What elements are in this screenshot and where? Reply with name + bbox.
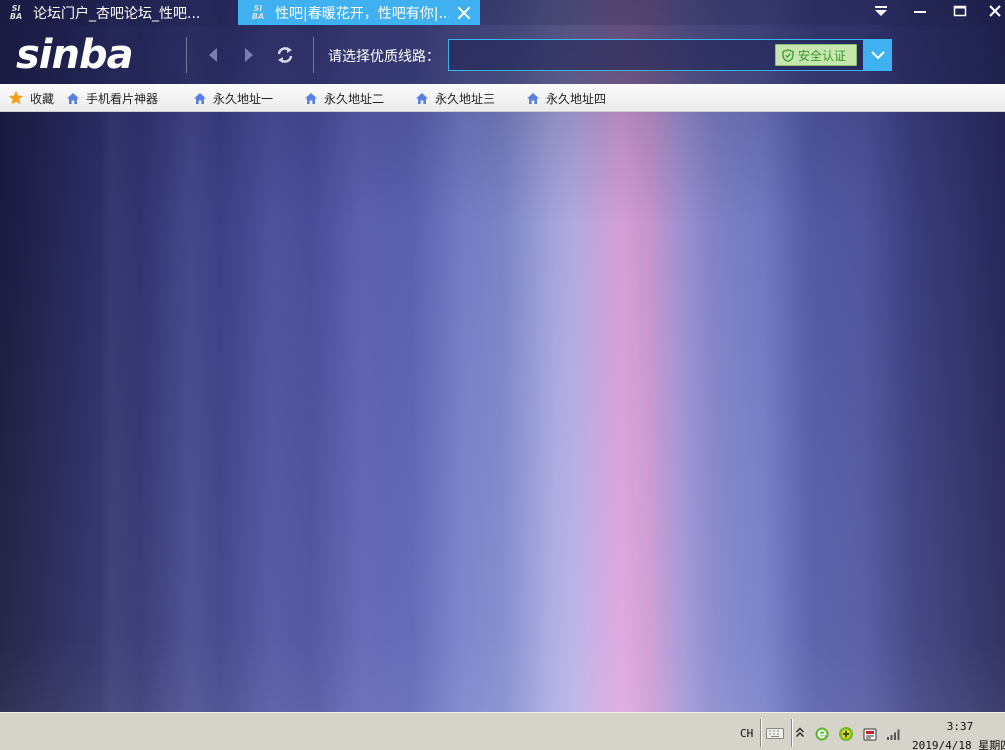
minimize-button[interactable]	[905, 0, 935, 22]
security-badge[interactable]: 安全认证	[775, 44, 857, 66]
favorites-label: 收藏	[30, 91, 55, 106]
tab-active-page[interactable]: SI BA 性吧|春暖花开，性吧有你|...	[238, 0, 480, 25]
route-dropdown-button[interactable]	[863, 39, 892, 71]
tab-title: 论坛门户_杏吧论坛_性吧...	[33, 5, 201, 22]
route-label: 请选择优质线路：	[328, 49, 440, 65]
navigation-bar: sinba 请选择优质线路： 安全认证	[0, 25, 1005, 84]
refresh-button[interactable]	[274, 44, 296, 66]
taskbar: CH 3:37 2019/4/18 星期四	[0, 712, 1005, 750]
update-plus-icon[interactable]	[838, 726, 854, 742]
sinba-favicon-icon: SI BA	[9, 3, 23, 21]
tab-bar: SI BA 论坛门户_杏吧论坛_性吧... SI BA 性吧|春暖花开，性吧有你|.…	[0, 0, 1005, 25]
back-button[interactable]	[202, 44, 224, 66]
favorite-link-label: 永久地址二	[324, 91, 385, 106]
star-icon	[8, 90, 24, 105]
home-icon	[67, 92, 79, 104]
close-icon	[989, 5, 1001, 17]
forward-arrow-icon	[245, 48, 253, 62]
language-indicator[interactable]: CH	[740, 727, 753, 740]
favorite-link-label: 永久地址三	[435, 91, 496, 106]
close-window-button[interactable]	[980, 0, 1005, 22]
clock-time[interactable]: 3:37	[945, 720, 975, 733]
maximize-icon	[953, 5, 967, 17]
browser-menu-button[interactable]	[866, 0, 896, 22]
divider	[760, 719, 761, 747]
shield-check-icon	[782, 48, 794, 62]
home-icon	[527, 92, 539, 104]
minimize-icon	[914, 11, 926, 13]
favorite-link[interactable]: 永久地址四	[526, 84, 606, 112]
clock-date[interactable]: 2019/4/18 星期四	[912, 737, 1005, 750]
chevron-down-icon	[870, 51, 885, 60]
favorite-link-label: 永久地址四	[546, 91, 607, 106]
sinba-favicon-icon: SI BA	[251, 3, 265, 21]
home-icon	[416, 92, 428, 104]
keyboard-icon[interactable]	[765, 725, 785, 741]
refresh-icon	[277, 47, 293, 63]
menu-arrow-icon	[875, 6, 887, 16]
tab-close-icon[interactable]	[457, 6, 471, 20]
maximize-button[interactable]	[945, 0, 975, 22]
security-app-icon[interactable]	[862, 726, 878, 742]
favorite-link[interactable]: 永久地址三	[415, 84, 495, 112]
sinba-logo: sinba	[16, 32, 134, 78]
favorites-bar: 收藏 手机看片神器 永久地址一 永久地址二 永久地址三 永久地址四	[0, 84, 1005, 112]
network-signal-icon[interactable]	[886, 726, 902, 742]
favorite-link[interactable]: 手机看片神器	[66, 84, 158, 112]
favorite-link-label: 永久地址一	[213, 91, 274, 106]
favorite-link[interactable]: 永久地址一	[193, 84, 273, 112]
background-overlay	[0, 0, 1005, 750]
divider	[791, 719, 792, 747]
home-icon	[194, 92, 206, 104]
divider	[313, 37, 314, 73]
favorite-link-label: 手机看片神器	[86, 91, 159, 106]
ie-browser-icon[interactable]	[814, 726, 830, 742]
chevron-up-icon[interactable]	[795, 726, 805, 740]
home-icon	[305, 92, 317, 104]
favorites-button[interactable]: 收藏	[8, 84, 54, 112]
favorite-link[interactable]: 永久地址二	[304, 84, 384, 112]
security-badge-label: 安全认证	[798, 48, 847, 63]
tab-forum-portal[interactable]: SI BA 论坛门户_杏吧论坛_性吧...	[0, 0, 236, 25]
back-arrow-icon	[209, 48, 217, 62]
tab-title: 性吧|春暖花开，性吧有你|...	[275, 5, 449, 22]
forward-button[interactable]	[238, 44, 260, 66]
divider	[186, 37, 187, 73]
